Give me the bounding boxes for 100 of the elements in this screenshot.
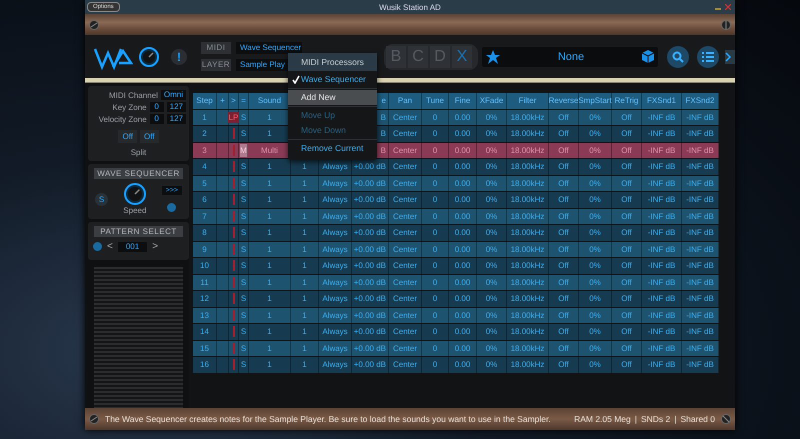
table-cell: 13 [193, 308, 217, 323]
toggle-button[interactable] [93, 242, 102, 251]
table-row[interactable]: 4 S 1 1 Always +0.00 dB Center 0 0.00 0% 18.00kHz Off 0% Off -INF dB -INF dB [193, 159, 719, 174]
delete-layer-button[interactable]: X [452, 46, 472, 68]
screw-icon [89, 414, 99, 424]
mode-cell[interactable]: S [239, 208, 249, 224]
mode-cell[interactable]: M [240, 144, 248, 157]
next-button[interactable] [725, 50, 735, 64]
table-row[interactable]: 14 S 1 1 Always +0.00 dB Center 0 0.00 0% 18.00kHz Off 0% Off -INF dB -INF dB [193, 324, 719, 340]
table-cell: Off [612, 291, 642, 306]
table-cell: 0% [579, 176, 612, 191]
midi-channel-field[interactable]: Omni [160, 90, 186, 100]
table-cell: Off [612, 274, 642, 290]
pattern-field[interactable]: 001 [118, 242, 148, 252]
mode-cell[interactable]: S [239, 159, 249, 174]
table-row[interactable]: 5 S 1 1 Always +0.00 dB Center 0 0.00 0% 18.00kHz Off 0% Off -INF dB -INF dB [193, 176, 719, 191]
alert-button[interactable]: ! [171, 48, 187, 64]
table-cell: Off [612, 357, 642, 372]
marker-bar [232, 310, 234, 321]
mode-cell[interactable]: S [239, 110, 249, 125]
table-cell: -INF dB [682, 110, 719, 125]
column-header[interactable]: Pan [389, 93, 422, 108]
star-icon[interactable] [486, 50, 500, 64]
split-button[interactable]: Off [140, 130, 159, 143]
column-header[interactable]: ReTrig [612, 93, 642, 108]
table-cell: 0 [422, 176, 449, 191]
table-row[interactable]: 9 S 1 1 Always +0.00 dB Center 0 0.00 0% 18.00kHz Off 0% Off -INF dB -INF dB [193, 242, 719, 257]
table-row[interactable]: 10 S 1 1 Always +0.00 dB Center 0 0.00 0% 18.00kHz Off 0% Off -INF dB -INF dB [193, 258, 719, 274]
column-header[interactable]: + [217, 93, 229, 108]
table-cell: Off [612, 242, 642, 257]
table-cell: 18.00kHz [507, 159, 549, 174]
column-header[interactable]: SmpStart [579, 93, 612, 108]
table-cell: 1 [291, 324, 319, 340]
column-header[interactable]: Step [193, 93, 217, 108]
key-zone-high-field[interactable]: 127 [166, 102, 186, 112]
midi-processor-field[interactable]: Wave Sequencer [236, 42, 302, 54]
split-button[interactable]: Off [118, 130, 137, 143]
mode-cell[interactable]: S [239, 340, 249, 356]
table-row[interactable]: 8 S 1 1 Always +0.00 dB Center 0 0.00 0% 18.00kHz Off 0% Off -INF dB -INF dB [193, 225, 719, 240]
screw-icon [721, 20, 731, 30]
mode-cell[interactable]: S [239, 176, 249, 191]
mode-cell[interactable]: S [239, 308, 249, 323]
window-title: Wusik Station AD [379, 2, 441, 12]
table-cell: 0% [477, 291, 507, 306]
key-zone-low-field[interactable]: 0 [150, 102, 164, 112]
mode-cell[interactable]: S [239, 357, 249, 372]
table-row[interactable]: 12 S 1 1 Always +0.00 dB Center 0 0.00 0% 18.00kHz Off 0% Off -INF dB -INF dB [193, 291, 719, 306]
search-button[interactable] [667, 46, 689, 68]
table-cell: Center [389, 242, 422, 257]
marker-bar [232, 359, 234, 370]
table-cell: Off [612, 142, 642, 158]
speed-knob[interactable] [124, 183, 146, 205]
mode-cell[interactable]: S [239, 126, 249, 142]
field-label: Key Zone [112, 102, 147, 112]
column-header[interactable]: FXSnd2 [682, 93, 719, 108]
mode-cell[interactable]: S [239, 324, 249, 340]
table-row[interactable]: 13 S 1 1 Always +0.00 dB Center 0 0.00 0% 18.00kHz Off 0% Off -INF dB -INF dB [193, 308, 719, 323]
table-cell: Off [549, 176, 579, 191]
table-cell: -INF dB [682, 258, 719, 274]
column-header[interactable]: Filter [507, 93, 549, 108]
column-header[interactable]: > [229, 93, 239, 108]
toggle-button[interactable] [167, 203, 176, 212]
mode-cell[interactable]: S [239, 274, 249, 290]
velocity-zone-high-field[interactable]: 127 [166, 114, 186, 124]
column-header[interactable]: Reverse [549, 93, 579, 108]
table-row[interactable]: 16 S 1 1 Always +0.00 dB Center 0 0.00 0% 18.00kHz Off 0% Off -INF dB -INF dB [193, 357, 719, 372]
table-cell: Always [319, 324, 352, 340]
table-cell: 0% [477, 192, 507, 208]
mode-cell[interactable]: S [239, 242, 249, 257]
loop-tag[interactable]: LP [228, 112, 240, 123]
table-cell: +0.00 dB [352, 225, 389, 240]
mode-cell[interactable]: S [239, 225, 249, 240]
menu-item[interactable]: Wave Sequencer [288, 72, 377, 87]
table-row[interactable]: 15 S 1 1 Always +0.00 dB Center 0 0.00 0% 18.00kHz Off 0% Off -INF dB -INF dB [193, 340, 719, 356]
velocity-zone-low-field[interactable]: 0 [150, 114, 164, 124]
table-cell: 1 [249, 324, 291, 340]
mode-cell[interactable]: S [239, 258, 249, 274]
column-header[interactable]: XFade [477, 93, 507, 108]
previous-button[interactable]: < [107, 241, 113, 252]
table-row[interactable]: 11 S 1 1 Always +0.00 dB Center 0 0.00 0% 18.00kHz Off 0% Off -INF dB -INF dB [193, 274, 719, 290]
table-row[interactable]: 7 S 1 1 Always +0.00 dB Center 0 0.00 0% 18.00kHz Off 0% Off -INF dB -INF dB [193, 208, 719, 224]
column-header[interactable]: Fine [449, 93, 477, 108]
mode-cell[interactable]: S [239, 291, 249, 306]
preset-field[interactable]: None [482, 46, 658, 66]
cube-icon[interactable] [642, 50, 654, 63]
table-cell: 16 [193, 357, 217, 372]
table-cell: 0% [477, 176, 507, 191]
column-header[interactable]: FXSnd1 [642, 93, 682, 108]
column-header[interactable]: = [239, 93, 249, 108]
s-button[interactable]: S [95, 192, 108, 206]
table-cell: Off [549, 308, 579, 323]
column-header[interactable]: Tune [422, 93, 449, 108]
table-cell: -INF dB [642, 357, 682, 372]
next-button[interactable]: > [152, 241, 158, 252]
list-button[interactable] [697, 46, 719, 68]
table-cell: Off [549, 110, 579, 125]
mode-cell[interactable]: S [239, 192, 249, 208]
table-row[interactable]: 6 S 1 1 Always +0.00 dB Center 0 0.00 0% 18.00kHz Off 0% Off -INF dB -INF dB [193, 192, 719, 208]
menu-item[interactable]: Add New [288, 90, 377, 105]
volume-knob[interactable] [139, 46, 159, 66]
